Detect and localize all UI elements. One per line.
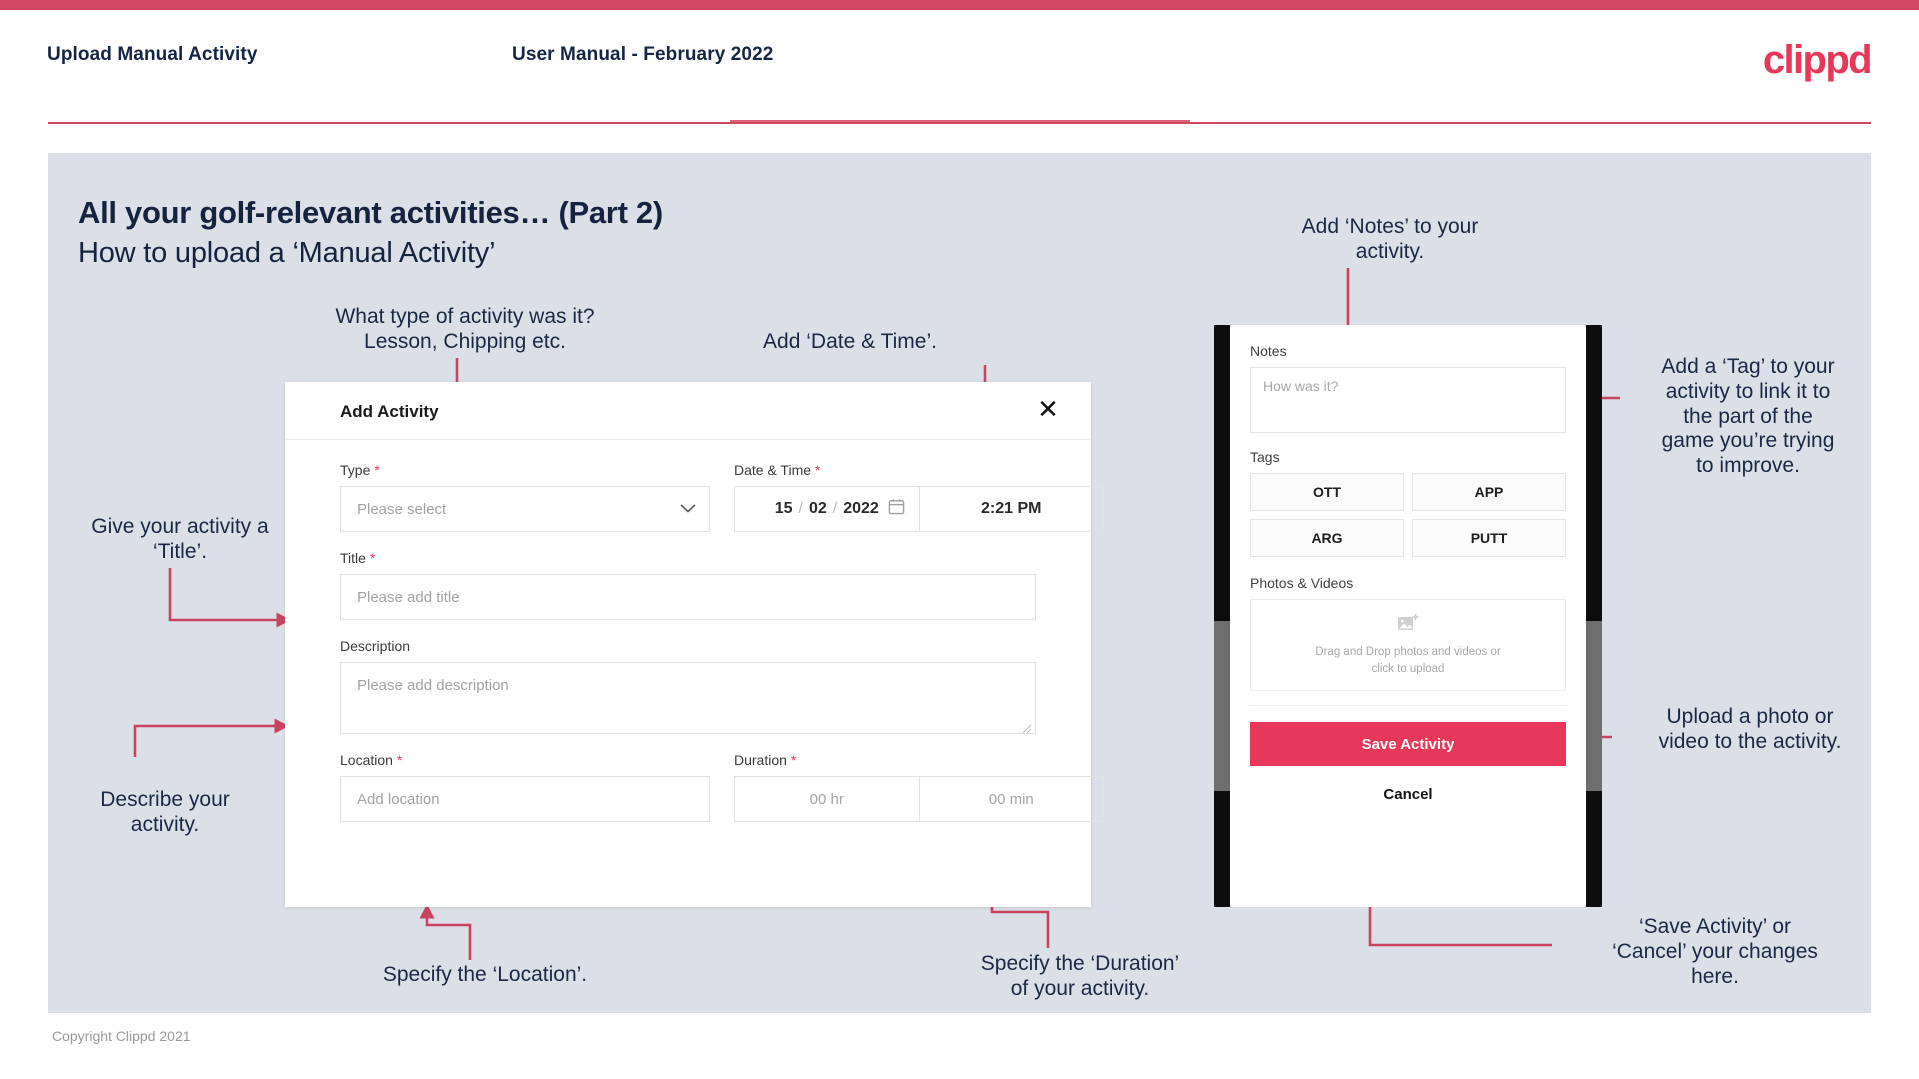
slide-title: All your golf-relevant activities… (Part… (78, 195, 663, 230)
photos-videos-label: Photos & Videos (1250, 575, 1354, 591)
duration-minutes-input[interactable]: 00 min (918, 776, 1104, 822)
chevron-down-icon (680, 502, 696, 517)
notes-label: Notes (1250, 343, 1287, 359)
tag-putt[interactable]: PUTT (1412, 519, 1566, 557)
field-datetime: Date & Time * 15 / 02 / 2022 2:21 PM (734, 462, 1104, 532)
datetime-group: 15 / 02 / 2022 2:21 PM (734, 486, 1104, 532)
top-accent-bar (0, 0, 1919, 10)
required-asterisk: * (369, 550, 376, 566)
field-description: Description Please add description (340, 638, 1036, 734)
dialog-header: Add Activity ✕ (285, 382, 1091, 440)
field-description-label: Description (340, 638, 411, 654)
date-sep-2: / (832, 500, 838, 517)
close-icon[interactable]: ✕ (1033, 394, 1063, 424)
clippd-logo: clippd (1762, 38, 1873, 82)
phone-mockup: Notes How was it? Tags OTT APP ARG PUTT … (1214, 325, 1602, 907)
date-month[interactable]: 02 (809, 500, 827, 518)
copyright-text: Copyright Clippd 2021 (52, 1028, 191, 1044)
callout-save: ‘Save Activity’ or ‘Cancel’ your changes h… (1612, 915, 1818, 988)
tag-ott[interactable]: OTT (1250, 473, 1404, 511)
callout-location: Specify the ‘Location’. (382, 963, 588, 986)
field-duration-label: Duration * (734, 752, 797, 768)
description-textarea[interactable]: Please add description (340, 662, 1036, 734)
dropzone-line-2: click to upload (1371, 662, 1445, 675)
add-activity-dialog: Add Activity ✕ Type * Please select Date… (285, 382, 1104, 907)
field-type-label: Type * (340, 462, 380, 478)
tags-grid: OTT APP ARG PUTT (1250, 473, 1566, 557)
dropzone-line-1: Drag and Drop photos and videos or (1315, 645, 1501, 658)
cancel-button[interactable]: Cancel (1250, 786, 1566, 803)
field-title-label: Title * (340, 550, 376, 566)
slide-subtitle: How to upload a ‘Manual Activity’ (78, 237, 496, 269)
callout-upload: Upload a photo or video to the activity. (1658, 705, 1842, 753)
dialog-title: Add Activity (340, 402, 439, 421)
callout-title: Give your activity a ‘Title’. (91, 515, 269, 563)
phone-divider (1250, 705, 1566, 706)
row-type-datetime: Type * Please select Date & Time * 15 / … (340, 462, 1104, 550)
duration-group: 00 hr 00 min (734, 776, 1104, 822)
calendar-icon[interactable] (888, 498, 905, 520)
notes-textarea[interactable]: How was it? (1250, 367, 1566, 433)
tag-arg[interactable]: ARG (1250, 519, 1404, 557)
description-placeholder: Please add description (357, 677, 509, 694)
callout-type: What type of activity was it? Lesson, Chi… (335, 305, 595, 353)
callout-description: Describe your activity. (100, 788, 230, 836)
tags-label: Tags (1250, 449, 1280, 465)
resize-handle-icon[interactable] (1022, 721, 1032, 734)
add-image-icon (1397, 613, 1419, 638)
date-year[interactable]: 2022 (843, 500, 879, 518)
required-asterisk: * (790, 752, 797, 768)
callout-datetime: Add ‘Date & Time’. (763, 330, 937, 353)
duration-hours-input[interactable]: 00 hr (734, 776, 919, 822)
type-select[interactable]: Please select (340, 486, 710, 532)
date-input[interactable]: 15 / 02 / 2022 (734, 486, 919, 532)
required-asterisk: * (814, 462, 821, 478)
phone-bezel-right (1586, 325, 1602, 907)
row-location-duration: Location * Add location Duration * 00 hr… (340, 752, 1104, 840)
type-select-value[interactable]: Please select (340, 486, 710, 532)
field-location-label: Location * (340, 752, 403, 768)
date-day[interactable]: 15 (775, 500, 793, 518)
callout-duration: Specify the ‘Duration’ of your activity. (980, 952, 1180, 1000)
header-subtitle: User Manual - February 2022 (512, 44, 774, 65)
header-title: Upload Manual Activity (47, 44, 258, 65)
location-input[interactable]: Add location (340, 776, 710, 822)
photo-dropzone[interactable]: Drag and Drop photos and videos or click… (1250, 599, 1566, 691)
field-duration: Duration * 00 hr 00 min (734, 752, 1104, 822)
save-activity-button[interactable]: Save Activity (1250, 722, 1566, 766)
phone-screen: Notes How was it? Tags OTT APP ARG PUTT … (1230, 325, 1586, 907)
field-title: Title * Please add title (340, 550, 1036, 620)
callout-notes: Add ‘Notes’ to your activity. (1301, 215, 1479, 263)
phone-bezel-left (1214, 325, 1230, 907)
field-location: Location * Add location (340, 752, 710, 822)
time-input[interactable]: 2:21 PM (918, 486, 1104, 532)
header-divider (48, 122, 1871, 124)
tag-app[interactable]: APP (1412, 473, 1566, 511)
required-asterisk: * (396, 752, 403, 768)
field-type: Type * Please select (340, 462, 710, 532)
slide-page: Upload Manual Activity User Manual - Feb… (0, 0, 1919, 1079)
date-sep-1: / (798, 500, 803, 517)
header-divider-secondary (730, 120, 1190, 122)
dropzone-text: Drag and Drop photos and videos or click… (1315, 644, 1500, 677)
field-datetime-label: Date & Time * (734, 462, 821, 478)
callout-tags: Add a ‘Tag’ to your activity to link it t… (1661, 355, 1835, 478)
title-input[interactable]: Please add title (340, 574, 1036, 620)
required-asterisk: * (374, 462, 380, 478)
dialog-body: Type * Please select Date & Time * 15 / … (285, 440, 1104, 840)
